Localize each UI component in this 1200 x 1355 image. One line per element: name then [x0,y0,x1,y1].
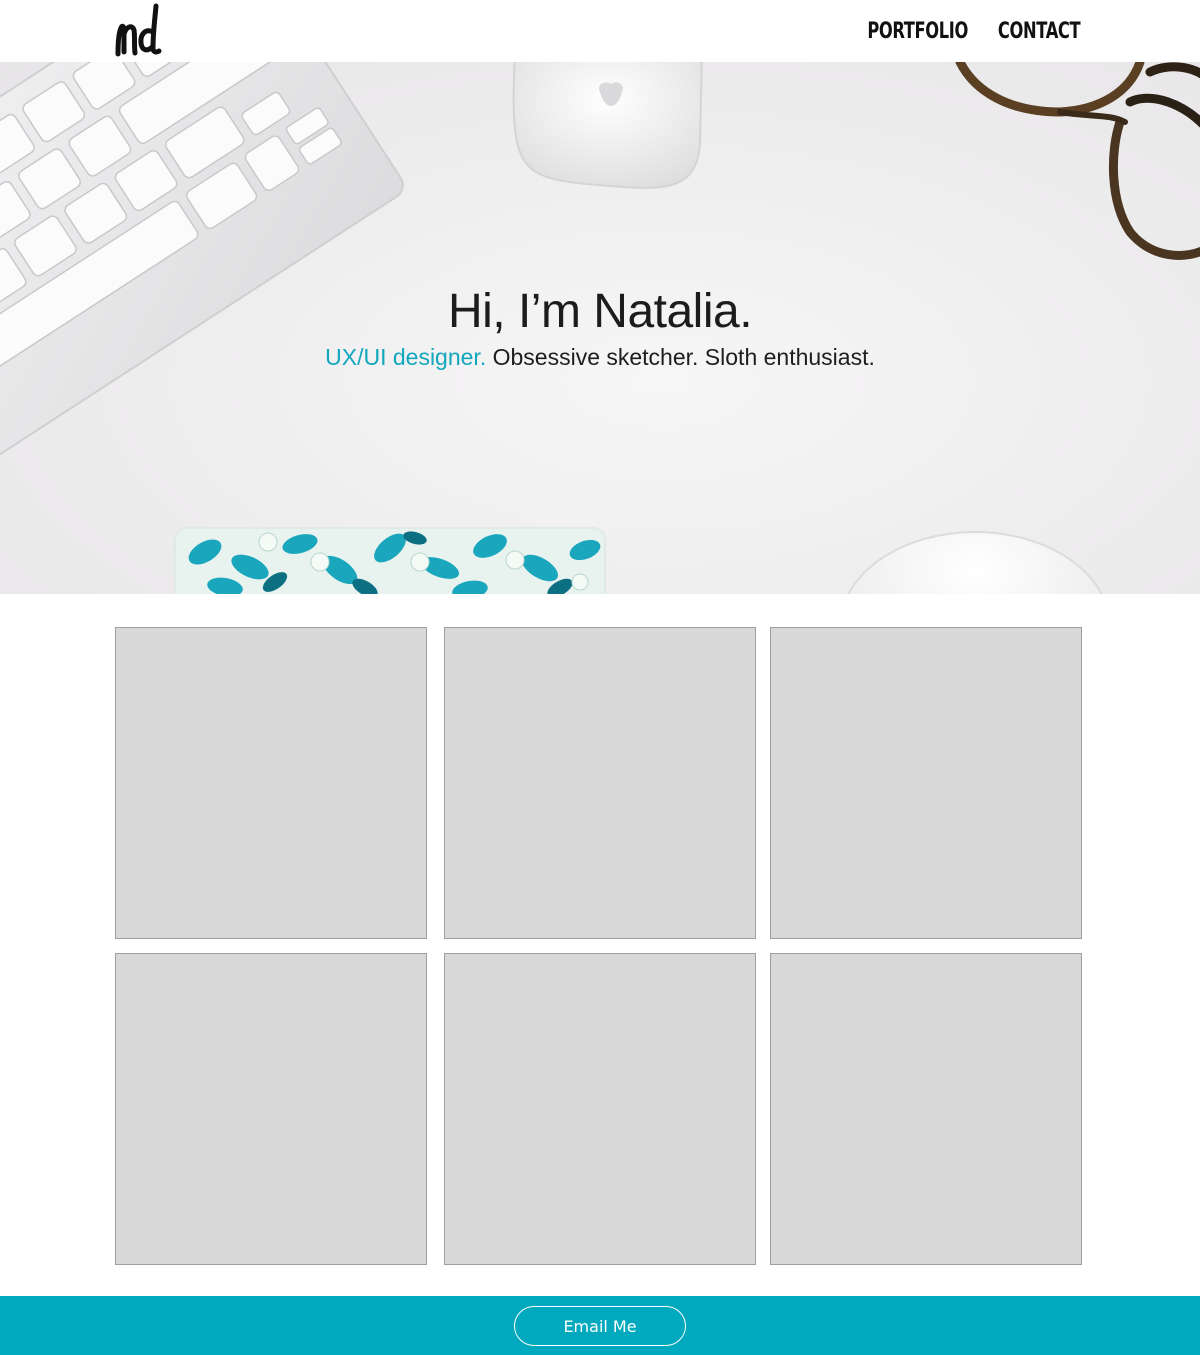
keyboard-image [0,62,404,490]
logo[interactable]: nd [112,2,164,58]
hero-title: Hi, I’m Natalia. [447,285,753,338]
hero-subtitle-rest: Obsessive sketcher. Sloth enthusiast. [486,344,875,370]
mouse-image [512,62,703,189]
nav-portfolio-link[interactable]: PORTFOLIO [867,16,968,48]
portfolio-tile[interactable] [770,953,1082,1265]
glasses-image [955,62,1200,260]
main-nav: PORTFOLIO CONTACT [832,16,1080,48]
footer-bar: Email Me [0,1296,1200,1355]
portfolio-tile[interactable] [444,953,756,1265]
portfolio-tile[interactable] [770,627,1082,939]
hero-subtitle: UX/UI designer. Obsessive sketcher. Slot… [0,344,1200,371]
email-me-button[interactable]: Email Me [514,1306,686,1346]
portfolio-tile[interactable] [115,953,427,1265]
hero-banner: Hi, I’m Natalia. UX/UI designer. Obsessi… [0,62,1200,594]
mug-image [847,531,1103,594]
floral-notebook-image [174,527,606,594]
hero-subtitle-accent: UX/UI designer. [325,344,487,370]
portfolio-tile[interactable] [444,627,756,939]
portfolio-tile[interactable] [115,627,427,939]
portfolio-grid [115,627,1082,1265]
site-header: nd PORTFOLIO CONTACT [0,0,1200,62]
nav-contact-link[interactable]: CONTACT [998,16,1081,48]
